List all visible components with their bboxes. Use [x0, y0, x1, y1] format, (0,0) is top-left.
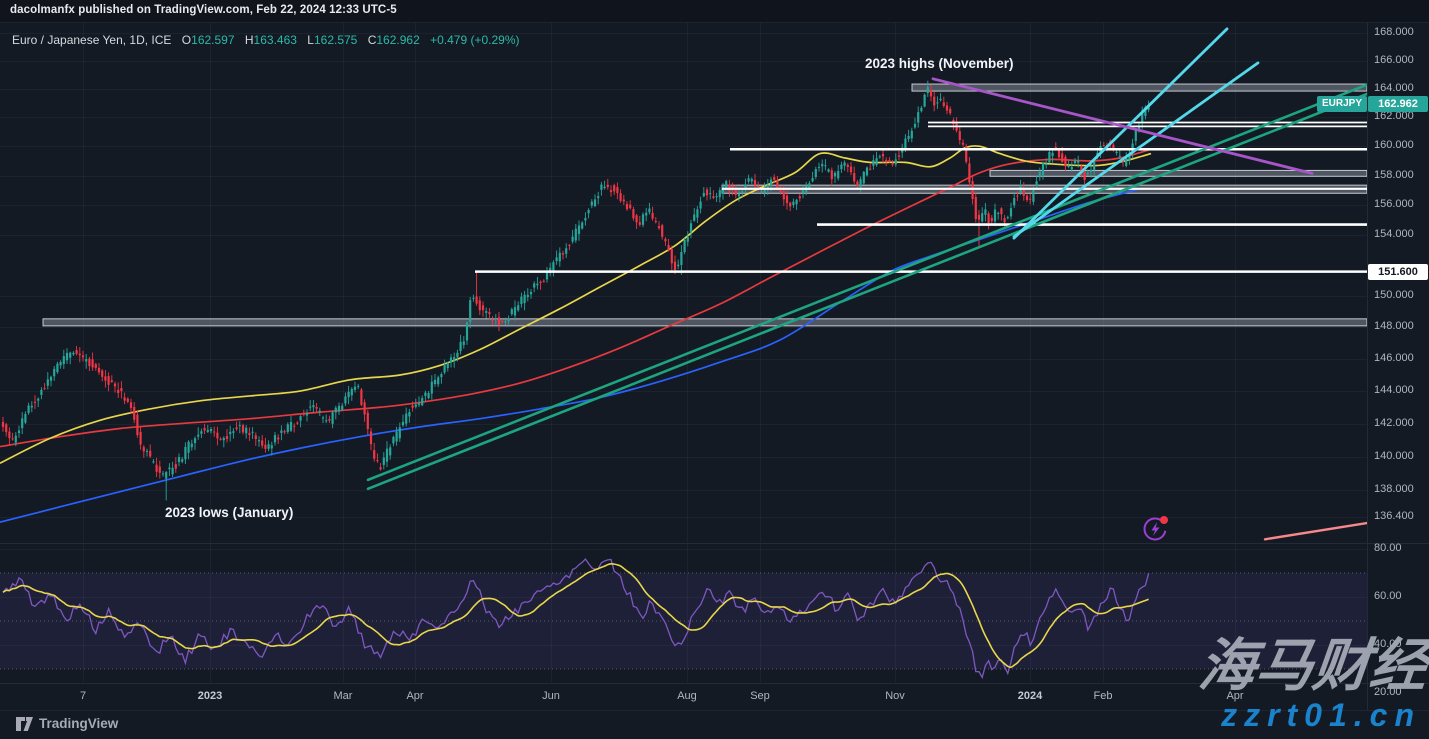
tradingview-logo-text: TradingView — [39, 716, 118, 731]
time-tick-label: Mar — [334, 690, 353, 702]
price-tick-label: 156.000 — [1374, 198, 1414, 210]
time-tick-label: 2023 — [198, 690, 222, 702]
notification-dot — [1160, 516, 1168, 524]
price-tick-label: 148.000 — [1374, 320, 1414, 332]
annotation-2023-highs: 2023 highs (November) — [865, 56, 1014, 71]
time-tick-label: Nov — [885, 690, 905, 702]
price-tick-label: 164.000 — [1374, 82, 1414, 94]
chart-canvas[interactable] — [0, 0, 1429, 739]
ohlc-close: C162.962 — [368, 33, 420, 47]
annotation-2023-lows: 2023 lows (January) — [165, 505, 293, 520]
time-tick-label: Aug — [677, 690, 697, 702]
symbol-price-flag: EURJPY — [1317, 96, 1367, 112]
price-tick-label: 162.000 — [1374, 110, 1414, 122]
time-tick-label: Feb — [1094, 690, 1113, 702]
time-tick-label: Apr — [406, 690, 423, 702]
time-tick-label: Sep — [750, 690, 770, 702]
price-tick-label: 154.000 — [1374, 228, 1414, 240]
ohlc-high: H163.463 — [245, 33, 297, 47]
time-tick-label: 7 — [80, 690, 86, 702]
lightning-bolt-icon — [1152, 522, 1160, 536]
price-tick-label: 158.000 — [1374, 169, 1414, 181]
price-tick-label: 144.000 — [1374, 384, 1414, 396]
ohlc-low: L162.575 — [307, 33, 357, 47]
tradingview-mark-icon — [16, 717, 33, 731]
change-value: +0.479 (+0.29%) — [430, 33, 519, 47]
watermark-url: zzrt01.cn — [1221, 699, 1421, 731]
rsi-tick-label: 80.00 — [1374, 542, 1402, 554]
time-tick-label: 2024 — [1018, 690, 1042, 702]
price-tick-label: 142.000 — [1374, 417, 1414, 429]
level-price-chip: 151.600 — [1368, 264, 1428, 280]
symbol-title: Euro / Japanese Yen, 1D, ICE — [12, 33, 171, 47]
last-price-chip: 162.962 — [1368, 96, 1428, 112]
price-tick-label: 138.000 — [1374, 483, 1414, 495]
price-tick-label: 146.000 — [1374, 352, 1414, 364]
ohlc-open: O162.597 — [182, 33, 235, 47]
price-tick-label: 140.000 — [1374, 450, 1414, 462]
flash-notification-icon[interactable] — [1141, 514, 1175, 551]
symbol-legend[interactable]: Euro / Japanese Yen, 1D, ICE O162.597 H1… — [12, 33, 520, 47]
rsi-tick-label: 60.00 — [1374, 590, 1402, 602]
price-tick-label: 136.400 — [1374, 510, 1414, 522]
price-tick-label: 168.000 — [1374, 26, 1414, 38]
price-tick-label: 166.000 — [1374, 54, 1414, 66]
price-tick-label: 150.000 — [1374, 289, 1414, 301]
tradingview-logo[interactable]: TradingView — [16, 716, 118, 731]
price-tick-label: 160.000 — [1374, 139, 1414, 151]
tradingview-chart-window: { "attribution": {"text": "dacolmanfx pu… — [0, 0, 1429, 739]
watermark-cn: 海马财经 — [1196, 638, 1429, 695]
time-tick-label: Jun — [542, 690, 560, 702]
